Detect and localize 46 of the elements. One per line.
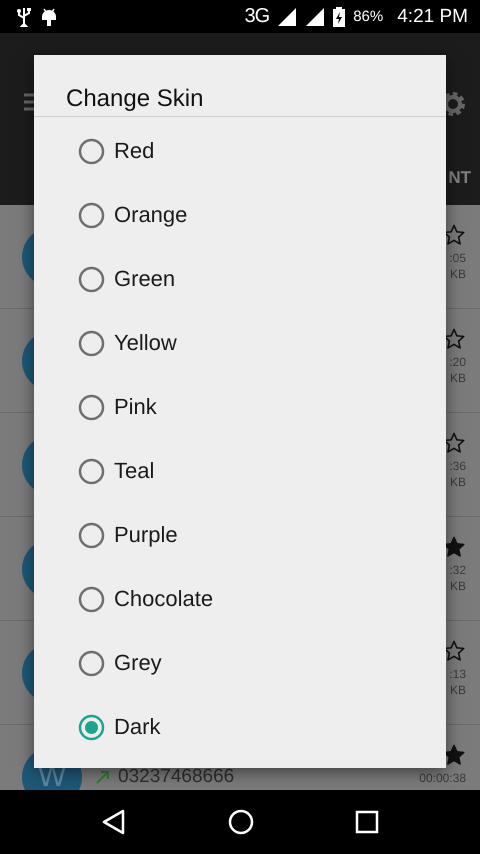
battery-level: 86%: [353, 8, 384, 25]
back-icon[interactable]: [100, 809, 127, 835]
network-type: 3G: [244, 5, 270, 28]
dialog-title: Change Skin: [65, 84, 204, 114]
call-duration: :36: [449, 459, 466, 473]
call-duration: :32: [449, 563, 466, 577]
signal-icon: [277, 6, 298, 26]
battery-icon: [333, 6, 346, 26]
radio-button[interactable]: [78, 330, 105, 356]
radio-button[interactable]: [78, 202, 105, 228]
skin-option[interactable]: Pink: [72, 375, 177, 439]
radio-button[interactable]: [78, 458, 105, 484]
radio-button[interactable]: [78, 394, 105, 420]
call-duration: :05: [449, 251, 466, 265]
recents-icon[interactable]: [355, 810, 380, 834]
signal-icon: [305, 6, 326, 26]
file-size: KB: [450, 371, 466, 385]
radio-button[interactable]: [78, 586, 105, 612]
call-duration: :13: [449, 667, 466, 681]
tab-label[interactable]: NT: [448, 168, 471, 188]
skin-option[interactable]: Teal: [72, 439, 174, 503]
file-size: KB: [450, 475, 466, 489]
skin-option[interactable]: Yellow: [72, 311, 197, 375]
home-icon[interactable]: [228, 809, 254, 835]
clock: 4:21 PM: [397, 6, 468, 28]
skin-option[interactable]: Orange: [72, 183, 208, 247]
file-size: KB: [450, 683, 466, 697]
phone-number: 03237468666: [118, 766, 234, 788]
skin-option[interactable]: Green: [72, 247, 196, 311]
outgoing-call-icon: [96, 770, 110, 784]
radio-button[interactable]: [78, 650, 105, 676]
skin-option[interactable]: Chocolate: [72, 567, 234, 631]
file-size: KB: [450, 267, 466, 281]
call-duration: 00:00:38: [419, 771, 466, 785]
call-duration: :20: [449, 355, 466, 369]
skin-option[interactable]: Red: [72, 119, 174, 183]
radio-button[interactable]: [78, 522, 105, 548]
skin-option[interactable]: Grey: [72, 631, 182, 695]
usb-icon: [16, 6, 32, 26]
skin-option[interactable]: Dark: [72, 695, 180, 759]
radio-button[interactable]: [78, 714, 105, 740]
radio-button[interactable]: [78, 266, 105, 292]
android-icon: [40, 6, 58, 26]
skin-option[interactable]: Purple: [72, 503, 198, 567]
radio-button[interactable]: [78, 138, 105, 164]
file-size: KB: [450, 579, 466, 593]
